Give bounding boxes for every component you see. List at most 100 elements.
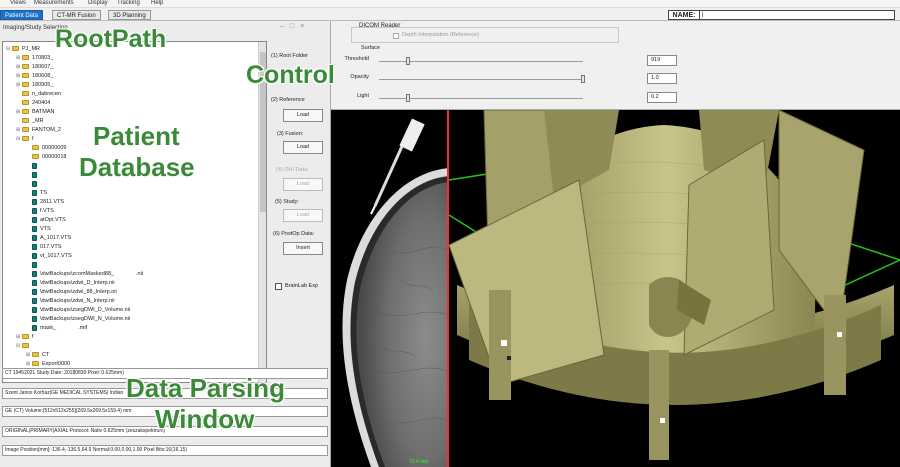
tree-folder-item[interactable]: ⊞ f — [16, 333, 34, 342]
tree-file-item[interactable] — [26, 180, 40, 189]
tree-item-label: f.VTS — [40, 208, 54, 214]
file-icon — [32, 279, 37, 286]
folder-icon — [22, 334, 29, 340]
tree-file-item[interactable]: \dwiBackups\zdwi_D_Interp.nii — [26, 279, 115, 288]
dicom-reader-panel: DICOM Reader Depth Interpolation (Refere… — [331, 21, 900, 110]
tree-folder-item[interactable]: ⊞ BATMAN — [16, 108, 55, 117]
tree-folder-item[interactable]: ⊞ CT — [26, 351, 49, 360]
tree-folder-item[interactable]: 240404 — [16, 99, 50, 108]
tree-item-label: \dwiBackups\zdwi_N_Interp.nii — [40, 298, 115, 304]
depth-interpolation-label: Depth Interpolation (Reference) — [402, 32, 480, 38]
tab-patient-data[interactable]: Patient Data — [0, 10, 44, 20]
tree-item-label: BATMAN — [32, 109, 55, 115]
tree-folder-item[interactable]: ⊞ 180607_ — [16, 63, 53, 72]
tree-item-label: A_1017.VTS — [40, 235, 72, 241]
tree-file-item[interactable]: TS — [26, 189, 47, 198]
menu-views[interactable]: Views — [10, 0, 26, 6]
tree-file-item[interactable]: \dwiBackups\zdwi_N_Interp.nii — [26, 297, 115, 306]
fusion-load-button[interactable]: Load — [283, 141, 323, 154]
threshold-value[interactable]: 919 — [647, 55, 677, 66]
opacity-slider[interactable] — [379, 79, 583, 80]
folder-icon — [12, 46, 19, 52]
menu-measurements[interactable]: Measurements — [34, 0, 74, 6]
tree-file-item[interactable]: 017.VTS — [26, 243, 61, 252]
tree-folder-item[interactable]: n_dabrecen — [16, 90, 61, 99]
ct-axial-view[interactable]: 79.4 mm — [331, 110, 449, 467]
menu-help[interactable]: Help — [151, 0, 163, 6]
menu-tracking[interactable]: Tracking — [117, 0, 140, 6]
tree-file-item[interactable]: mask_ .mif — [26, 324, 87, 333]
tree-folder-item[interactable]: ⊞ FANTOM_2 — [16, 126, 61, 135]
tree-folder-item[interactable]: ⊞ 170803_ — [16, 54, 53, 63]
info-line-image-position: Image Position[mm]:-136.4,-136.5,64.9 No… — [2, 445, 328, 456]
file-icon — [32, 306, 37, 313]
depth-interpolation-checkbox[interactable] — [393, 33, 399, 39]
light-slider-thumb[interactable] — [405, 94, 410, 102]
maximize-icon[interactable]: □ — [290, 23, 300, 30]
tree-file-item[interactable]: atOpt.VTS — [26, 216, 66, 225]
tree-file-item[interactable]: f.VTS — [26, 207, 54, 216]
tree-item-label: CT — [42, 352, 50, 358]
ct-distance-readout: 79.4 mm — [409, 459, 429, 465]
3d-render-view[interactable] — [449, 110, 900, 467]
tree-folder-item[interactable]: ⊞ 180608_ — [16, 72, 53, 81]
patient-database-tree[interactable]: ⊟ PJ_MR ⊞ 170803_ ⊞ 180607_ ⊞ 180608_ ⊞ 180905_ n_… — [2, 41, 267, 383]
file-icon — [32, 234, 37, 241]
tree-folder-item[interactable]: ⊞ 180905_ — [16, 81, 53, 90]
tree-item-label: vt_1017.VTS — [40, 253, 72, 259]
tree-file-item[interactable]: vt_1017.VTS — [26, 252, 72, 261]
tab-ct-mr-fusion[interactable]: CT-MR Fusion — [52, 10, 101, 20]
opacity-value[interactable]: 1.0 — [647, 73, 677, 84]
tree-file-item[interactable]: VTS — [26, 225, 51, 234]
name-input[interactable]: | — [699, 10, 895, 20]
tree-scrollbar[interactable] — [258, 42, 266, 382]
threshold-slider-thumb[interactable] — [405, 57, 410, 65]
tree-folder-item[interactable]: ⊟ — [16, 342, 32, 351]
tab-bar: Patient Data CT-MR Fusion 3D Planning NA… — [0, 9, 900, 21]
minimize-icon[interactable]: – — [280, 23, 290, 30]
folder-icon — [32, 145, 39, 151]
dicom-reader-title: DICOM Reader — [359, 23, 401, 29]
folder-icon — [22, 118, 29, 124]
study-load-button[interactable]: Load — [283, 209, 323, 222]
brainlab-export-checkbox[interactable] — [275, 283, 282, 290]
tree-file-item[interactable]: 2811.VTS — [26, 198, 64, 207]
close-icon[interactable]: × — [300, 23, 310, 30]
tree-item-label: PJ_MR — [22, 46, 41, 52]
surface-label: Surface — [361, 45, 380, 51]
file-icon — [32, 288, 37, 295]
tree-item-label: n_dabrecen — [32, 91, 62, 97]
tree-folder-item[interactable]: _MR — [16, 117, 44, 126]
tree-folder-item[interactable]: ⊟ PJ_MR — [6, 45, 40, 54]
study-label: (5) Study: — [275, 199, 299, 205]
tree-file-item[interactable]: A_1017.VTS — [26, 234, 71, 243]
tree-file-item[interactable] — [26, 171, 40, 180]
file-icon — [32, 315, 37, 322]
annotation-patient: Patient — [93, 121, 180, 151]
light-slider[interactable] — [379, 98, 583, 99]
file-icon — [32, 180, 37, 187]
tree-file-item[interactable]: \dwiBackups\zdwi_88_Interp.nii — [26, 288, 117, 297]
opacity-slider-thumb[interactable] — [581, 75, 585, 83]
ohi-load-button[interactable]: Load — [283, 178, 323, 191]
menu-display[interactable]: Display — [88, 0, 108, 6]
tree-folder-item[interactable]: 00000018 — [26, 153, 66, 162]
file-icon — [32, 261, 37, 268]
tree-folder-item[interactable]: 00000009 — [26, 144, 66, 153]
tree-file-item[interactable] — [26, 261, 40, 270]
tree-file-item[interactable]: \dwiBackups\zsegDWI_D_Volume.nii — [26, 306, 130, 315]
reference-load-button[interactable]: Load — [283, 109, 323, 122]
file-icon — [32, 171, 37, 178]
tree-file-item[interactable]: \dwiBackups\zcomMasked88_ .nii — [26, 270, 143, 279]
tree-file-item[interactable] — [26, 162, 40, 171]
tab-3d-planning[interactable]: 3D Planning — [108, 10, 151, 20]
postop-insert-button[interactable]: Insert — [283, 242, 323, 255]
tree-folder-item[interactable]: ⊟ f — [16, 135, 34, 144]
folder-icon — [22, 343, 29, 349]
light-value[interactable]: 0.2 — [647, 92, 677, 103]
name-label: NAME: — [668, 10, 700, 20]
tree-item-label: VTS — [40, 226, 51, 232]
folder-icon — [22, 127, 29, 133]
threshold-slider[interactable] — [379, 61, 583, 62]
tree-file-item[interactable]: \dwiBackups\zsegDWI_N_Volume.nii — [26, 315, 130, 324]
